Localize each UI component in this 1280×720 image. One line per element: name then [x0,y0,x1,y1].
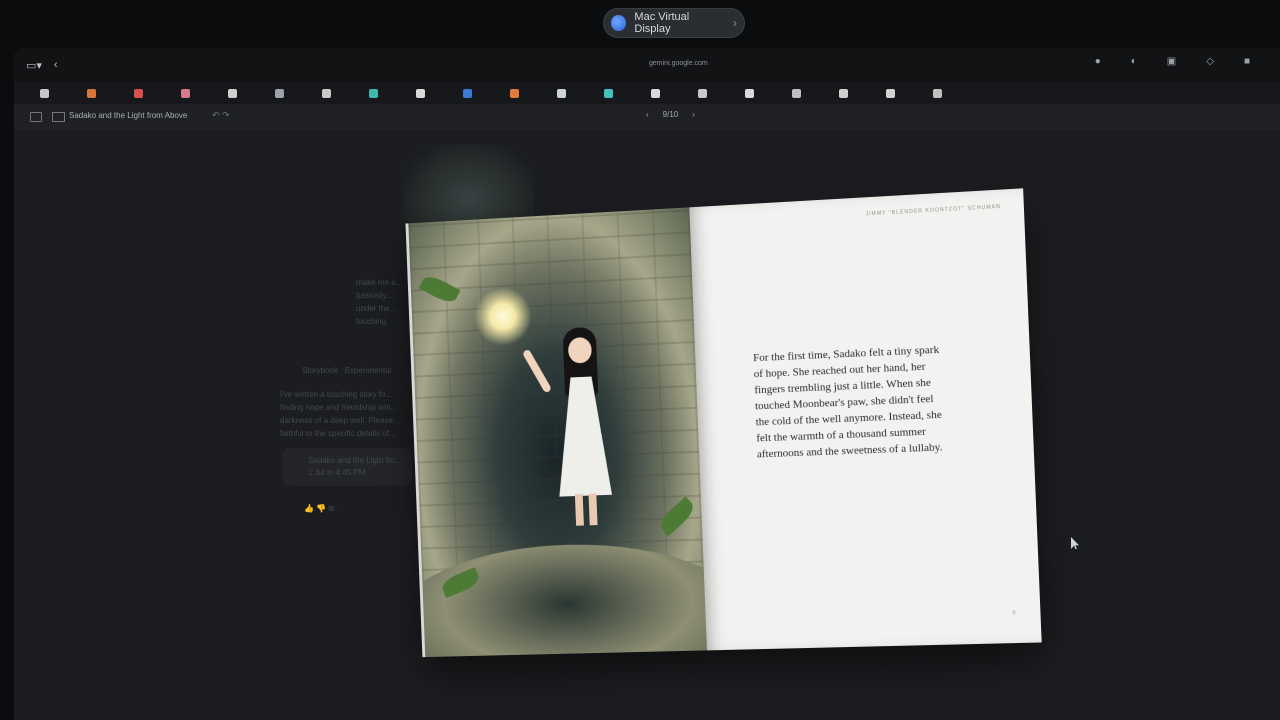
toolbar-extension-icon[interactable]: ● [1095,56,1101,67]
bookmark-favicon-icon[interactable] [510,88,519,98]
back-button[interactable]: ‹ [54,59,58,71]
bookmark-favicon-icon[interactable] [557,88,566,98]
bookmark-favicon-icon[interactable] [40,88,49,98]
reply-line: darkness of a deep well. Please ... [280,416,402,425]
bookmark-favicon-icon[interactable] [87,88,96,98]
display-icon [611,15,627,31]
prompt-line: touching. [356,317,389,326]
reply-line: I've written a touching story fo... [280,390,393,399]
bookmark-favicon-icon[interactable] [745,88,754,98]
toolbar-extension-icon[interactable]: ◐ [1131,56,1137,67]
model-badge: Storybook Experimental [302,364,391,377]
sidebar-icon[interactable] [30,112,42,122]
running-head: JIMMY "BLENDER KOONTZOT" SCHUMAN [865,203,1002,218]
document-icon [52,112,65,122]
next-page-button[interactable]: › [692,110,695,119]
toolbar-extension-icon[interactable]: ▣ [1167,56,1176,67]
prev-page-button[interactable]: ‹ [646,110,649,119]
bookmark-favicon-icon[interactable] [134,88,143,98]
bookmark-favicon-icon[interactable] [369,88,378,98]
bookmark-favicon-icon[interactable] [792,88,801,98]
toolbar-icons: ● ◐ ▣ ◇ ■ [1095,56,1250,67]
document-title: Sadako and the Light from Above [69,111,188,120]
prompt-line: under the... [356,304,397,313]
reply-line: faithful to the specific details of... [280,429,396,438]
storybook-viewer: JIMMY "BLENDER KOONTZOT" SCHUMAN For the… [405,188,1042,658]
bookmark-favicon-icon[interactable] [322,88,331,98]
story-text: For the first time, Sadako felt a tiny s… [752,343,943,461]
bookmark-favicon-icon[interactable] [933,88,942,98]
sidebar-toggle-icon[interactable]: ▭▾ [26,59,42,72]
prompt-line: basically... [356,291,393,300]
bookmark-favicon-icon[interactable] [604,88,613,98]
toolbar-extension-icon[interactable]: ◇ [1206,56,1214,67]
virtual-display-label: Mac Virtual Display [634,11,690,35]
undo-redo-icons[interactable]: ↶ ↷ [212,110,230,121]
bookmark-favicon-icon[interactable] [416,88,425,98]
storybook-badge: Storybook [302,366,339,375]
page-number: 9 [1012,610,1016,617]
model-reply: I've written a touching story fo... find… [280,388,402,440]
bookmark-favicon-icon[interactable] [181,88,190,98]
document-header: Sadako and the Light from Above ↶ ↷ ‹ 9/… [14,104,1280,130]
card-subtitle: 1 Jul in 4:45 PM [308,468,366,477]
page-pager: ‹ 9/10 › [646,110,695,119]
feedback-icons[interactable]: 👍 👎 ⧉ ⋮ [304,502,338,515]
bookmark-favicon-icon[interactable] [275,88,284,98]
bookmark-favicon-icon[interactable] [698,88,707,98]
bookmark-favicon-icon[interactable] [463,88,472,98]
storybook-card[interactable]: Sadako and the Light fro... 1 Jul in 4:4… [282,448,412,486]
toolbar-extension-icon[interactable]: ■ [1244,56,1250,67]
page-indicator: 9/10 [662,110,679,119]
browser-toolbar: ▭▾ ‹ gemini.google.com ● ◐ ▣ ◇ ■ [14,48,1280,82]
address-bar[interactable]: gemini.google.com [649,60,708,67]
bookmarks-bar [14,82,1280,104]
prompt-line: make me a... [356,278,403,287]
user-prompt: make me a... basically... under the... t… [356,276,402,328]
virtual-display-pill[interactable]: Mac Virtual Display › [603,8,745,38]
bookmark-favicon-icon[interactable] [886,88,895,98]
bookmark-favicon-icon[interactable] [839,88,848,98]
text-page: JIMMY "BLENDER KOONTZOT" SCHUMAN For the… [689,188,1042,651]
illustration-page [405,207,707,658]
sadako-figure [521,326,621,537]
bookmark-favicon-icon[interactable] [228,88,237,98]
chevron-right-icon: › [733,16,737,30]
experimental-badge: Experimental [344,366,392,375]
bookmark-favicon-icon[interactable] [651,88,660,98]
reply-line: finding hope and friendship whi... [280,403,397,412]
